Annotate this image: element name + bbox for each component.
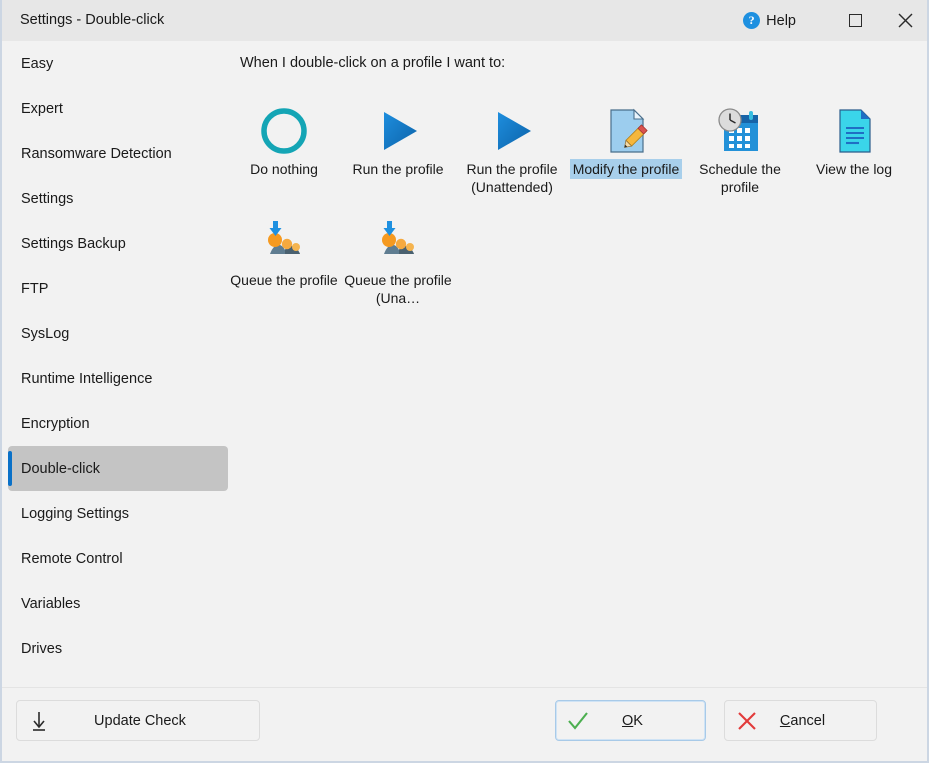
sidebar-item-syslog[interactable]: SysLog	[8, 311, 228, 356]
choice-do-nothing[interactable]: Do nothing	[227, 103, 341, 179]
update-check-label: Update Check	[94, 712, 186, 729]
sidebar-item-label: Logging Settings	[21, 505, 130, 522]
choice-schedule-the-profile[interactable]: Schedule the profile	[683, 103, 797, 197]
document-pencil-icon	[569, 103, 683, 159]
settings-dialog-window: Settings - Double-click ? Help Easy Expe…	[0, 0, 929, 763]
sidebar-item-ransomware-detection[interactable]: Ransomware Detection	[8, 131, 228, 176]
check-mark-icon	[556, 710, 600, 732]
sidebar-item-label: Easy	[21, 55, 54, 72]
sidebar-item-ftp[interactable]: FTP	[8, 266, 228, 311]
sidebar-item-easy[interactable]: Easy	[8, 41, 228, 86]
cancel-button[interactable]: Cancel	[724, 700, 877, 741]
choice-run-the-profile-unattended[interactable]: Run the profile (Unattended)	[455, 103, 569, 197]
cancel-accel-letter: C	[779, 712, 791, 729]
choice-label: Queue the profile (Una…	[344, 272, 452, 306]
sidebar-item-double-click[interactable]: Double-click	[8, 446, 228, 491]
help-button-label: Help	[766, 12, 796, 29]
update-check-button[interactable]: Update Check	[16, 700, 260, 741]
ok-accel-letter: O	[622, 712, 634, 729]
choice-label: View the log	[815, 161, 892, 177]
choice-queue-the-profile[interactable]: Queue the profile	[227, 214, 341, 290]
sidebar-item-label: SysLog	[21, 325, 70, 342]
sidebar-item-runtime-intelligence[interactable]: Runtime Intelligence	[8, 356, 228, 401]
help-button[interactable]: ? Help	[743, 8, 796, 33]
sidebar-item-drives[interactable]: Drives	[8, 626, 228, 671]
sidebar-item-expert[interactable]: Expert	[8, 86, 228, 131]
cancel-label: Cancel	[769, 713, 876, 729]
queue-arrow-icon	[227, 214, 341, 270]
choice-label: Queue the profile	[230, 272, 338, 288]
question-circle-icon: ?	[743, 12, 761, 29]
sidebar-item-settings-backup[interactable]: Settings Backup	[8, 221, 228, 266]
sidebar-item-label: Drives	[21, 640, 63, 657]
choice-view-the-log[interactable]: View the log	[797, 103, 911, 179]
cancel-label-rest: ancel	[790, 712, 826, 729]
sidebar-item-label: Expert	[21, 100, 63, 117]
sidebar-item-label: Settings	[21, 190, 74, 207]
sidebar-item-variables[interactable]: Variables	[8, 581, 228, 626]
window-title: Settings - Double-click	[20, 12, 165, 28]
choice-modify-the-profile[interactable]: Modify the profile	[569, 103, 683, 179]
choice-label: Do nothing	[250, 161, 318, 177]
sidebar-item-settings[interactable]: Settings	[8, 176, 228, 221]
sidebar-item-label: FTP	[21, 280, 49, 297]
sidebar-item-label: Double-click	[21, 460, 100, 477]
choice-label: Run the profile	[352, 161, 444, 177]
sidebar-item-logging-settings[interactable]: Logging Settings	[8, 491, 228, 536]
choice-label: Run the profile (Unattended)	[466, 161, 558, 195]
maximize-square-icon[interactable]	[832, 0, 878, 41]
empty-circle-icon	[227, 103, 341, 159]
sidebar-item-label: Settings Backup	[21, 235, 126, 252]
download-arrow-icon	[17, 710, 61, 732]
play-triangle-icon	[455, 103, 569, 159]
choice-label: Modify the profile	[569, 159, 683, 179]
pane-prompt-label: When I double-click on a profile I want …	[240, 55, 506, 71]
play-triangle-icon	[341, 103, 455, 159]
sidebar-item-label: Ransomware Detection	[21, 145, 172, 162]
sidebar-item-encryption[interactable]: Encryption	[8, 401, 228, 446]
ok-label-rest: K	[633, 712, 643, 729]
ok-button[interactable]: OK	[555, 700, 706, 741]
queue-arrow-icon	[341, 214, 455, 270]
sidebar-item-label: Variables	[21, 595, 81, 612]
choice-label: Schedule the profile	[699, 161, 781, 195]
dialog-footer: Update Check OK Cancel	[2, 687, 927, 761]
sidebar-item-label: Remote Control	[21, 550, 123, 567]
close-x-icon[interactable]	[882, 0, 927, 41]
titlebar: Settings - Double-click ? Help	[2, 0, 927, 41]
choice-queue-the-profile-unattended[interactable]: Queue the profile (Una…	[341, 214, 455, 308]
sidebar-item-remote-control[interactable]: Remote Control	[8, 536, 228, 581]
cross-mark-icon	[725, 710, 769, 732]
sidebar-item-label: Encryption	[21, 415, 90, 432]
sidebar-item-label: Runtime Intelligence	[21, 370, 153, 387]
document-lines-icon	[797, 103, 911, 159]
ok-label: OK	[600, 713, 705, 729]
double-click-settings-pane: When I double-click on a profile I want …	[230, 41, 927, 689]
calendar-clock-icon	[683, 103, 797, 159]
choice-run-the-profile[interactable]: Run the profile	[341, 103, 455, 179]
settings-category-sidebar: Easy Expert Ransomware Detection Setting…	[2, 41, 235, 689]
